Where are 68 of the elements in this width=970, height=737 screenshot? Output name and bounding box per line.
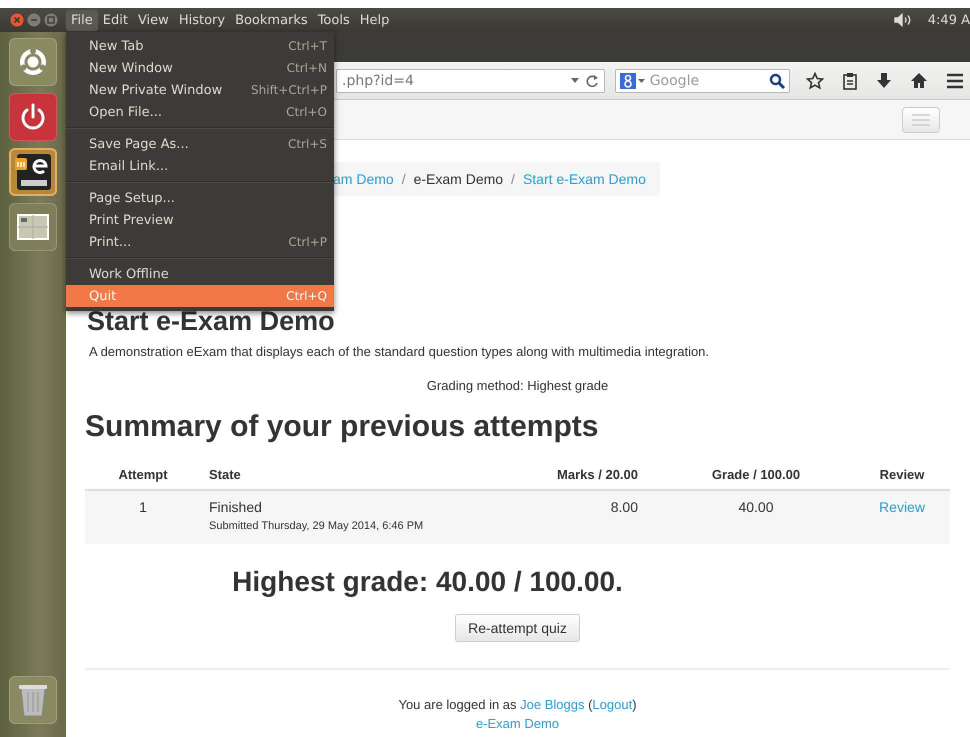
menu-item-label: Email Link... (89, 158, 168, 174)
breadcrumb-separator: / (511, 171, 515, 187)
search-icon[interactable] (769, 72, 785, 88)
star-icon[interactable] (806, 72, 824, 90)
menu-item[interactable]: View (132, 10, 174, 30)
menu-item[interactable]: New Window Ctrl+N (66, 57, 334, 79)
search-engine-icon[interactable] (620, 72, 646, 90)
maximize-icon[interactable] (44, 13, 58, 27)
workspace-switcher-icon[interactable] (17, 214, 49, 240)
shortcut-text: Ctrl+N (286, 61, 327, 75)
reattempt-button[interactable]: Re-attempt quiz (455, 614, 580, 642)
shortcut-text: Ctrl+S (288, 137, 327, 151)
menu-item[interactable]: Work Offline (66, 263, 334, 285)
menu-item[interactable]: Help (354, 10, 394, 30)
shortcut-text: Ctrl+Q (286, 289, 327, 303)
trash-icon[interactable] (18, 682, 48, 718)
table-cell-text: Finished (209, 499, 263, 515)
download-icon[interactable] (876, 72, 892, 90)
menu-item-label: New Window (89, 60, 173, 76)
menu-item-label: New Tab (89, 38, 144, 54)
menu-item-label: Print... (89, 234, 132, 250)
menu-item[interactable]: Email Link... (66, 155, 334, 177)
grading-method-text: Grading method: Highest grade (426, 378, 610, 393)
menu-item[interactable]: New Private Window Shift+Ctrl+P (66, 79, 334, 101)
menu-item[interactable]: Save Page As... Ctrl+S (66, 133, 334, 155)
highest-grade-text: Highest grade: 40.00 / 100.00. (231, 565, 624, 599)
ubuntu-logo-icon[interactable] (17, 46, 49, 78)
close-icon[interactable] (10, 13, 24, 27)
table-cell: 1 (85, 490, 201, 544)
menu-item[interactable]: Tools (312, 10, 355, 30)
menu-item[interactable]: New Tab Ctrl+T (66, 35, 334, 57)
description-text: A demonstration eExam that displays each of the standard question types along with multimedia integration. (89, 344, 710, 359)
table-cell: 40.00 (658, 490, 854, 544)
menu-item-label: Open File... (89, 104, 162, 120)
menu-item[interactable]: Open File... Ctrl+O (66, 101, 334, 123)
section-heading: Summary of your previous attempts (85, 409, 600, 445)
page-title: Start e-Exam Demo (87, 306, 336, 336)
dropdown-caret-icon[interactable] (570, 78, 579, 84)
submitted-date: Submitted Thursday, 29 May 2014, 6:46 PM (209, 520, 424, 532)
menu-item[interactable]: Page Setup... (66, 187, 334, 209)
navigation-toggle-button[interactable] (902, 106, 940, 132)
shortcut-text: Shift+Ctrl+P (251, 83, 327, 97)
menu-item-label: Work Offline (89, 266, 169, 282)
shortcut-text: Ctrl+O (286, 105, 327, 119)
minimize-icon[interactable] (27, 13, 41, 27)
menu-item-label: New Private Window (89, 82, 222, 98)
menu-item-label: Quit (89, 288, 116, 304)
breadcrumb-item: e-Exam Demo (414, 171, 504, 187)
menu-item[interactable]: Bookmarks (230, 10, 313, 30)
menu-item[interactable]: Print Preview (66, 209, 334, 231)
menu-icon[interactable] (946, 72, 964, 88)
reload-icon[interactable] (584, 74, 599, 88)
login-info-text: You are logged in as Joe Bloggs (Logout) (397, 696, 638, 714)
menu-item-label: Save Page As... (89, 136, 189, 152)
url-field[interactable]: .php?id=4 (336, 68, 605, 92)
menu-item[interactable]: History (174, 10, 230, 30)
clipboard-icon[interactable] (842, 72, 858, 90)
menu-item[interactable]: File (66, 10, 98, 30)
breadcrumb-separator: / (402, 171, 406, 187)
clock[interactable]: 4:49 A (928, 12, 970, 28)
table-cell: 8.00 (500, 490, 658, 544)
shortcut-text: Ctrl+T (288, 39, 327, 53)
shortcut-text: Ctrl+P (288, 235, 327, 249)
menu-item-label: Page Setup... (89, 190, 175, 206)
menu-item[interactable]: Print... Ctrl+P (66, 231, 334, 253)
home-icon[interactable] (910, 72, 928, 90)
menu-item[interactable]: Edit (98, 10, 133, 30)
menu-item-label: Print Preview (89, 212, 174, 228)
